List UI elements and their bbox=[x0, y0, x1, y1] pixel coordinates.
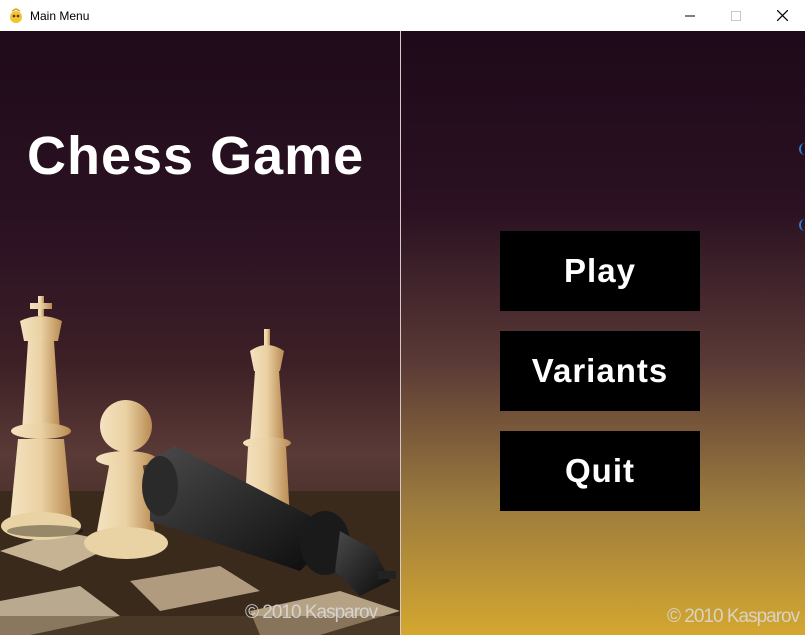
maximize-button[interactable] bbox=[713, 0, 759, 31]
variants-button[interactable]: Variants bbox=[500, 331, 700, 411]
window-controls bbox=[667, 0, 805, 31]
minimize-icon bbox=[685, 8, 695, 24]
app-icon bbox=[8, 7, 24, 24]
minimize-button[interactable] bbox=[667, 0, 713, 31]
title-bar[interactable]: Main Menu bbox=[0, 0, 805, 31]
panel-divider bbox=[400, 31, 401, 635]
close-button[interactable] bbox=[759, 0, 805, 31]
chess-pieces-illustration bbox=[0, 296, 400, 635]
quit-button[interactable]: Quit bbox=[500, 431, 700, 511]
main-menu-window: Main Menu Chess Game © 2010 Kasparov Pla… bbox=[0, 0, 805, 635]
play-button[interactable]: Play bbox=[500, 231, 700, 311]
chess-artwork-panel: Chess Game © 2010 Kasparov bbox=[0, 31, 400, 635]
edge-mark bbox=[799, 143, 805, 155]
game-canvas: Chess Game © 2010 Kasparov Play Variants… bbox=[0, 31, 805, 635]
game-title: Chess Game bbox=[27, 126, 365, 186]
close-icon bbox=[776, 8, 788, 24]
maximize-icon bbox=[731, 8, 741, 24]
left-copyright-text: © 2010 Kasparov bbox=[245, 602, 378, 623]
right-copyright-text: © 2010 Kasparov bbox=[667, 606, 800, 627]
edge-mark bbox=[799, 219, 805, 231]
white-king-piece bbox=[1, 296, 81, 540]
window-title: Main Menu bbox=[30, 8, 90, 23]
